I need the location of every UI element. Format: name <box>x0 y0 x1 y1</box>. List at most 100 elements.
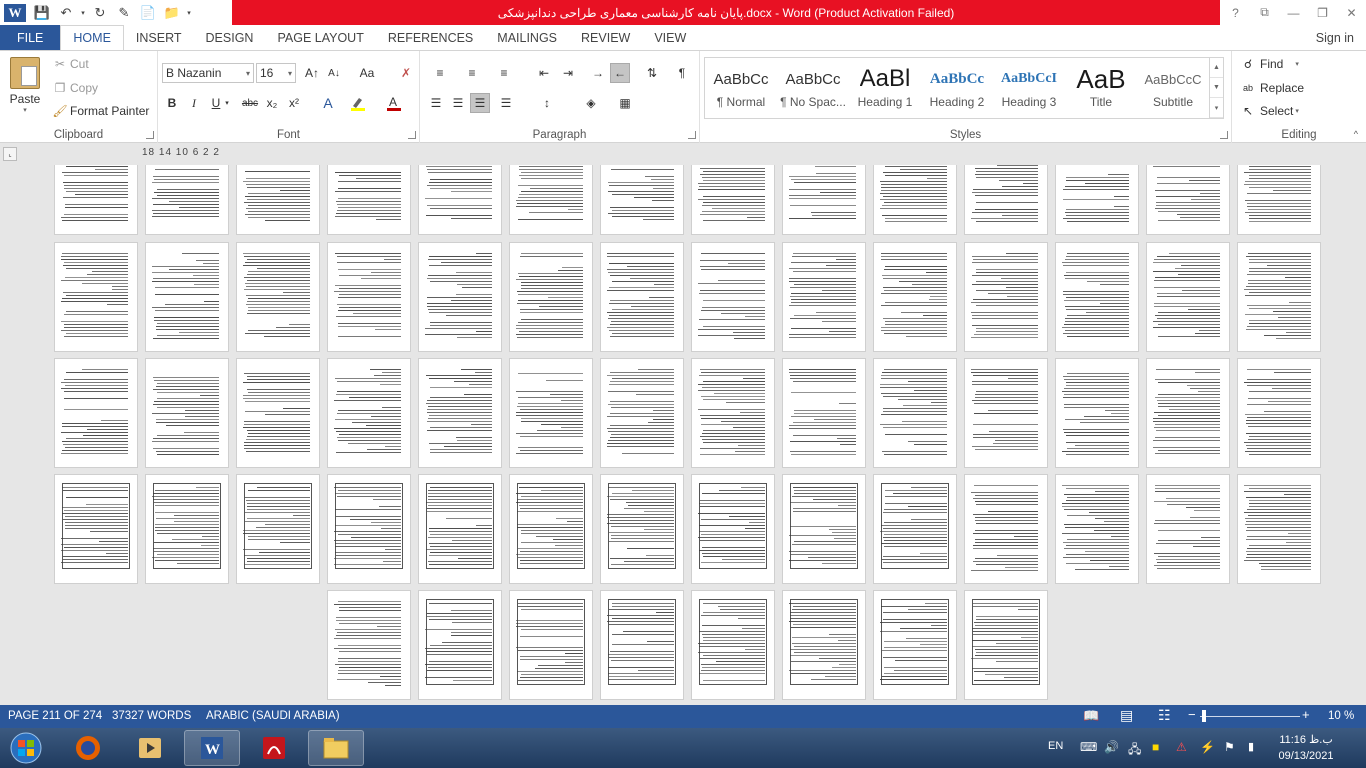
shading-icon[interactable]: ◈ <box>576 93 606 113</box>
page-thumbnail[interactable] <box>873 590 957 700</box>
page-thumbnail[interactable] <box>1237 242 1321 352</box>
restore-button[interactable]: ❐ <box>1308 0 1337 25</box>
page-thumbnail[interactable] <box>1237 358 1321 468</box>
print-layout-icon[interactable]: ▤ <box>1120 707 1133 724</box>
find-button[interactable]: ☌ Find ▾ <box>1240 57 1299 71</box>
tab-page-layout[interactable]: PAGE LAYOUT <box>265 25 375 50</box>
page-thumbnail[interactable] <box>873 165 957 235</box>
page-thumbnail[interactable] <box>782 474 866 584</box>
paste-button[interactable]: Paste ▾ <box>6 57 44 114</box>
zoom-out-icon[interactable]: − <box>1188 707 1196 722</box>
save-icon[interactable]: 💾 <box>30 2 54 24</box>
tab-home[interactable]: HOME <box>60 25 124 50</box>
page-thumbnail[interactable] <box>782 165 866 235</box>
page-thumbnail[interactable] <box>691 165 775 235</box>
clear-formatting-icon[interactable]: ✗ <box>396 63 416 83</box>
decrease-indent-icon[interactable]: ⇤ <box>534 63 554 83</box>
numbering-icon[interactable]: ≡ <box>458 63 486 83</box>
page-thumbnail[interactable] <box>509 358 593 468</box>
page-thumbnail[interactable] <box>509 242 593 352</box>
chevron-down-icon[interactable]: ▾ <box>222 93 232 113</box>
page-thumbnail[interactable] <box>418 590 502 700</box>
page-thumbnail[interactable] <box>236 165 320 235</box>
warning-icon[interactable]: ⚠ <box>1176 740 1187 754</box>
page-thumbnail[interactable] <box>509 165 593 235</box>
tab-file[interactable]: FILE <box>0 25 61 50</box>
page-thumbnail[interactable] <box>964 165 1048 235</box>
page-thumbnail[interactable] <box>782 590 866 700</box>
customize-icon[interactable]: ▾ <box>184 2 194 24</box>
page-thumbnail[interactable] <box>145 474 229 584</box>
sign-in-link[interactable]: Sign in <box>1316 25 1366 50</box>
clock[interactable]: 11:16 ب.ظ 09/13/2021 <box>1276 732 1336 764</box>
action-center-icon[interactable]: ⚑ <box>1224 740 1235 754</box>
ribbon-display-button[interactable]: ⧉ <box>1250 0 1279 25</box>
help-button[interactable]: ? <box>1221 0 1250 25</box>
page-thumbnail[interactable] <box>509 474 593 584</box>
media-player-icon[interactable] <box>122 730 178 766</box>
undo-icon[interactable]: ↶ <box>54 2 78 24</box>
edit-icon[interactable]: ✎ <box>112 2 136 24</box>
font-color-icon[interactable]: A <box>384 93 404 113</box>
page-thumbnail[interactable] <box>1146 242 1230 352</box>
strikethrough-button[interactable]: abc <box>238 93 262 113</box>
page-thumbnail[interactable] <box>418 474 502 584</box>
tab-references[interactable]: REFERENCES <box>376 25 485 50</box>
tab-design[interactable]: DESIGN <box>194 25 266 50</box>
page-thumbnail[interactable] <box>327 242 411 352</box>
chevron-up-icon[interactable]: ▲ <box>1210 58 1223 78</box>
page-thumbnail[interactable] <box>327 590 411 700</box>
bold-button[interactable]: B <box>162 93 182 113</box>
volume-icon[interactable]: 🔊 <box>1104 740 1119 754</box>
page-thumbnail[interactable] <box>54 474 138 584</box>
page-thumbnail[interactable] <box>873 242 957 352</box>
style-normal[interactable]: AaBbCc ¶ Normal <box>705 58 777 118</box>
page-thumbnail[interactable] <box>1146 474 1230 584</box>
page-thumbnail[interactable] <box>54 165 138 235</box>
undo-dropdown-icon[interactable]: ▾ <box>78 2 88 24</box>
cut-button[interactable]: ✂ Cut <box>52 57 89 71</box>
page-thumbnail[interactable] <box>691 358 775 468</box>
rtl-direction-icon[interactable]: ← <box>610 63 630 83</box>
page-thumbnail[interactable] <box>691 590 775 700</box>
web-layout-icon[interactable]: ☷ <box>1158 707 1171 724</box>
explorer-icon[interactable] <box>308 730 364 766</box>
acrobat-icon[interactable] <box>246 730 302 766</box>
clipboard-launcher-icon[interactable] <box>146 131 154 139</box>
zoom-level[interactable]: 10 % <box>1328 710 1354 722</box>
collapse-ribbon-icon[interactable]: ^ <box>1354 129 1358 139</box>
page-thumbnail[interactable] <box>418 358 502 468</box>
firefox-icon[interactable] <box>60 730 116 766</box>
show-formatting-button[interactable]: ¶ <box>672 63 692 83</box>
page-thumbnail[interactable] <box>236 242 320 352</box>
text-effects-icon[interactable]: A <box>318 93 338 113</box>
align-right-icon[interactable]: ☰ <box>470 93 490 113</box>
page-thumbnail[interactable] <box>327 474 411 584</box>
paragraph-launcher-icon[interactable] <box>688 131 696 139</box>
tab-mailings[interactable]: MAILINGS <box>485 25 569 50</box>
tab-view[interactable]: VIEW <box>642 25 698 50</box>
language-indicator[interactable]: ARABIC (SAUDI ARABIA) <box>206 710 340 722</box>
page-thumbnail[interactable] <box>691 242 775 352</box>
page-thumbnail[interactable] <box>145 242 229 352</box>
borders-icon[interactable]: ▦ <box>610 93 640 113</box>
page-thumbnail[interactable] <box>236 474 320 584</box>
page-thumbnail[interactable] <box>1055 358 1139 468</box>
format-painter-button[interactable]: 🖌 Format Painter <box>52 104 149 118</box>
grow-font-button[interactable]: A↑ <box>302 63 322 83</box>
font-size-box[interactable]: 16 ▾ <box>256 63 296 83</box>
style-title[interactable]: AaB Title <box>1065 58 1137 118</box>
page-thumbnail[interactable] <box>1055 165 1139 235</box>
page-thumbnail[interactable] <box>509 590 593 700</box>
page-thumbnail[interactable] <box>1055 474 1139 584</box>
open-icon[interactable]: 📁 <box>160 2 184 24</box>
page-thumbnail[interactable] <box>1237 474 1321 584</box>
notes-icon[interactable]: ■ <box>1152 740 1159 754</box>
page-thumbnail[interactable] <box>964 590 1048 700</box>
page-thumbnail[interactable] <box>1146 165 1230 235</box>
start-orb-icon[interactable] <box>4 730 48 766</box>
style-heading-1[interactable]: AaBl Heading 1 <box>849 58 921 118</box>
style-heading-3[interactable]: AaBbCcI Heading 3 <box>993 58 1065 118</box>
page-thumbnail[interactable] <box>1146 358 1230 468</box>
redo-icon[interactable]: ↻ <box>88 2 112 24</box>
